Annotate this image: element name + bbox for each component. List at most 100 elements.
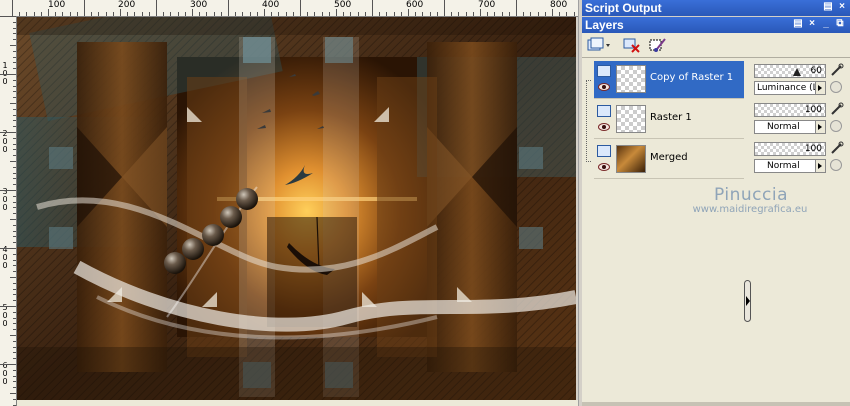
- ruler-tick: [13, 346, 16, 348]
- ruler-tick: [13, 259, 16, 261]
- layer-row[interactable]: Merged: [594, 141, 744, 179]
- dropdown-arrow-icon[interactable]: [815, 82, 825, 94]
- ruler-tick: [220, 12, 222, 16]
- ruler-tick: [112, 12, 114, 16]
- minimize-icon[interactable]: _: [820, 18, 832, 30]
- new-layer-button[interactable]: [586, 36, 612, 54]
- pen-icon[interactable]: [830, 141, 844, 155]
- ruler-tick: [13, 108, 16, 110]
- ruler-tick: [501, 12, 503, 16]
- slider-handle-icon[interactable]: [793, 68, 801, 76]
- ruler-tick: [530, 12, 532, 16]
- eye-icon[interactable]: [598, 123, 610, 131]
- layer-properties-row: 100 Normal: [754, 139, 850, 176]
- pen-icon[interactable]: [830, 102, 844, 116]
- ruler-tick: [10, 277, 16, 278]
- ruler-tick: [13, 271, 16, 273]
- layer-thumbnail: [616, 145, 646, 173]
- lock-icon[interactable]: [830, 120, 842, 132]
- layers-toolbar: [582, 33, 850, 58]
- ruler-tick: [148, 12, 150, 16]
- opacity-slider[interactable]: 100: [754, 103, 826, 117]
- ruler-label: 500: [2, 303, 8, 328]
- ruler-tick: [13, 288, 16, 290]
- ruler-tick: [13, 114, 16, 116]
- layers-titlebar[interactable]: Layers ▤ × _ ⧉: [582, 17, 850, 33]
- ruler-tick: [13, 398, 16, 400]
- ruler-tick: [13, 143, 16, 145]
- pin-icon[interactable]: ▤: [792, 18, 804, 30]
- layer-row[interactable]: Raster 1: [594, 101, 744, 139]
- ruler-tick: [0, 306, 16, 307]
- ruler-tick: [19, 12, 21, 16]
- ruler-tick: [10, 45, 16, 46]
- dropdown-arrow-icon[interactable]: [815, 121, 825, 133]
- ruler-tick: [33, 12, 35, 16]
- layer-row[interactable]: Copy of Raster 1: [594, 61, 744, 99]
- ruler-tick: [13, 369, 16, 371]
- ruler-tick: [242, 12, 244, 16]
- opacity-slider[interactable]: 60: [754, 64, 826, 78]
- raster-layer-icon: [597, 65, 611, 77]
- ruler-tick: [343, 12, 345, 16]
- close-icon[interactable]: ×: [806, 18, 818, 30]
- ruler-tick: [13, 340, 16, 342]
- ruler-tick: [13, 253, 16, 255]
- pin-icon[interactable]: ▤: [822, 1, 834, 13]
- ruler-tick: [156, 0, 157, 16]
- delete-layer-button[interactable]: [622, 36, 642, 54]
- ruler-tick: [199, 12, 201, 16]
- canvas-scrollbar[interactable]: [17, 400, 578, 406]
- horizontal-ruler: 100 200 300 400 500 600 700 800: [0, 0, 578, 17]
- dropdown-arrow-icon[interactable]: [815, 160, 825, 172]
- ruler-tick: [465, 12, 467, 16]
- ruler-tick: [444, 0, 445, 16]
- ruler-tick: [264, 9, 265, 16]
- eye-icon[interactable]: [598, 83, 610, 91]
- opacity-value: 100: [804, 105, 822, 115]
- ruler-tick: [429, 12, 431, 16]
- ruler-tick: [13, 62, 16, 64]
- image-canvas[interactable]: [17, 17, 576, 400]
- delete-layer-icon: [623, 38, 640, 53]
- ruler-tick: [552, 9, 553, 16]
- ruler-tick: [69, 12, 71, 16]
- ruler-tick: [13, 294, 16, 296]
- blend-mode-select[interactable]: Luminance (L): [754, 81, 826, 95]
- layer-properties-row: 100 Normal: [754, 100, 850, 137]
- ruler-tick: [177, 12, 179, 16]
- vertical-ruler: 100200300400500600: [0, 16, 17, 406]
- ruler-tick: [13, 207, 16, 209]
- opacity-slider[interactable]: 100: [754, 142, 826, 156]
- ruler-tick: [379, 12, 381, 16]
- ruler-tick: [13, 230, 16, 232]
- ruler-tick: [13, 352, 16, 354]
- collapse-handle[interactable]: [744, 280, 751, 322]
- eye-icon[interactable]: [598, 163, 610, 171]
- pen-icon[interactable]: [830, 63, 844, 77]
- ruler-tick: [13, 201, 16, 203]
- close-icon[interactable]: ×: [836, 1, 848, 13]
- blend-mode-value: Normal: [767, 161, 800, 171]
- blend-mode-select[interactable]: Normal: [754, 159, 826, 173]
- ruler-tick: [494, 12, 496, 16]
- ruler-tick: [559, 12, 561, 16]
- lock-icon[interactable]: [830, 81, 842, 93]
- layer-name: Merged: [650, 152, 688, 163]
- ruler-tick: [458, 12, 460, 16]
- ruler-tick: [10, 393, 16, 394]
- ruler-tick: [10, 335, 16, 336]
- restore-icon[interactable]: ⧉: [834, 18, 846, 30]
- lock-icon[interactable]: [830, 159, 842, 171]
- ruler-tick: [523, 12, 525, 16]
- ruler-tick: [400, 12, 402, 16]
- ruler-tick: [84, 0, 85, 16]
- script-output-titlebar[interactable]: Script Output ▤ ×: [582, 0, 850, 16]
- raster-layer-icon: [597, 145, 611, 157]
- edit-selection-button[interactable]: [648, 36, 668, 54]
- ruler-tick: [206, 12, 208, 16]
- blend-mode-select[interactable]: Normal: [754, 120, 826, 134]
- ruler-tick: [386, 12, 388, 16]
- ruler-tick: [13, 97, 16, 99]
- blend-mode-value: Luminance (L): [757, 83, 822, 93]
